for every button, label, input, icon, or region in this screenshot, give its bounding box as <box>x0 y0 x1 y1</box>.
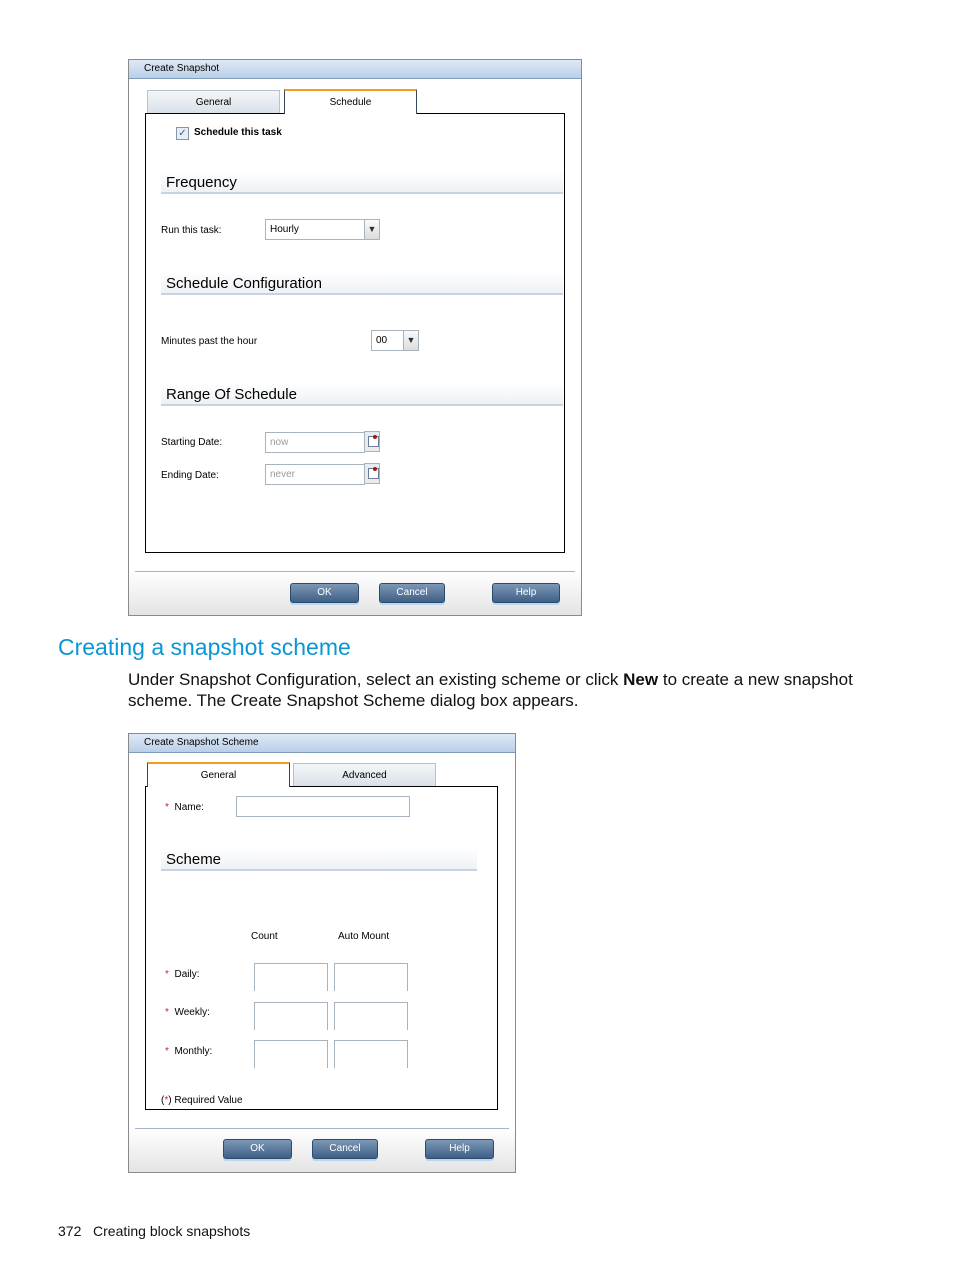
section-paragraph: Under Snapshot Configuration, select an … <box>128 669 868 711</box>
daily-label: * Daily: <box>165 969 199 980</box>
row-label: Monthly: <box>174 1046 213 1057</box>
cancel-button[interactable]: Cancel <box>379 583 445 603</box>
schedule-task-checkbox[interactable]: ✓ <box>176 127 189 140</box>
calendar-icon[interactable] <box>364 431 380 452</box>
note-text: ) Required Value <box>168 1095 243 1106</box>
tab-general[interactable]: General <box>147 90 280 114</box>
name-input[interactable] <box>236 796 410 817</box>
minutes-select[interactable]: 00 <box>371 330 404 351</box>
scheme-heading: Scheme <box>161 848 477 871</box>
divider <box>135 1128 509 1129</box>
name-label: * Name: <box>165 802 204 813</box>
name-label-text: Name: <box>174 802 204 813</box>
chevron-down-icon[interactable]: ▼ <box>364 219 380 240</box>
ending-date-label: Ending Date: <box>161 470 219 481</box>
monthly-label: * Monthly: <box>165 1046 212 1057</box>
monthly-count-input[interactable] <box>254 1040 328 1068</box>
required-mark: * <box>165 802 169 813</box>
range-of-schedule-heading: Range Of Schedule <box>161 383 563 406</box>
ok-button[interactable]: OK <box>290 583 359 603</box>
tab-advanced[interactable]: Advanced <box>293 763 436 787</box>
create-snapshot-scheme-dialog: Create Snapshot Scheme General Advanced … <box>128 733 516 1173</box>
run-task-label: Run this task: <box>161 225 222 236</box>
section-heading: Creating a snapshot scheme <box>58 634 351 660</box>
schedule-task-label: Schedule this task <box>194 127 282 138</box>
schedule-configuration-heading: Schedule Configuration <box>161 272 563 295</box>
cancel-button[interactable]: Cancel <box>312 1139 378 1159</box>
weekly-label: * Weekly: <box>165 1007 210 1018</box>
daily-auto-mount-input[interactable] <box>334 963 408 991</box>
weekly-auto-mount-input[interactable] <box>334 1002 408 1030</box>
row-label: Daily: <box>174 969 200 980</box>
weekly-count-input[interactable] <box>254 1002 328 1030</box>
frequency-heading: Frequency <box>161 171 563 194</box>
divider <box>135 571 575 572</box>
para-text: Under Snapshot Configuration, select an … <box>128 670 624 689</box>
help-button[interactable]: Help <box>425 1139 494 1159</box>
required-mark: * <box>165 1007 169 1018</box>
document-page: Create Snapshot General Schedule ✓ Sched… <box>0 0 954 1271</box>
row-label: Weekly: <box>174 1007 210 1018</box>
chapter-title: Creating block snapshots <box>93 1223 251 1239</box>
page-number: 372 <box>58 1223 82 1239</box>
starting-date-input[interactable]: now <box>265 432 365 453</box>
ending-date-input[interactable]: never <box>265 464 365 485</box>
create-snapshot-dialog: Create Snapshot General Schedule ✓ Sched… <box>128 59 582 616</box>
auto-mount-column-header: Auto Mount <box>338 931 390 942</box>
count-column-header: Count <box>251 931 278 942</box>
calendar-icon[interactable] <box>364 463 380 484</box>
chevron-down-icon[interactable]: ▼ <box>403 330 419 351</box>
tab-general[interactable]: General <box>147 762 290 787</box>
ok-button[interactable]: OK <box>223 1139 292 1159</box>
run-task-select[interactable]: Hourly <box>265 219 365 240</box>
new-keyword: New <box>623 670 659 689</box>
tab-schedule[interactable]: Schedule <box>284 89 417 114</box>
daily-count-input[interactable] <box>254 963 328 991</box>
required-mark: * <box>165 969 169 980</box>
dialog-title: Create Snapshot <box>129 60 581 79</box>
starting-date-label: Starting Date: <box>161 437 223 448</box>
minutes-label: Minutes past the hour <box>161 336 258 347</box>
required-mark: * <box>165 1046 169 1057</box>
help-button[interactable]: Help <box>492 583 560 603</box>
required-value-note: (*) Required Value <box>161 1095 243 1106</box>
dialog-title: Create Snapshot Scheme <box>129 734 515 753</box>
page-footer: 372 Creating block snapshots <box>58 1223 250 1239</box>
monthly-auto-mount-input[interactable] <box>334 1040 408 1068</box>
